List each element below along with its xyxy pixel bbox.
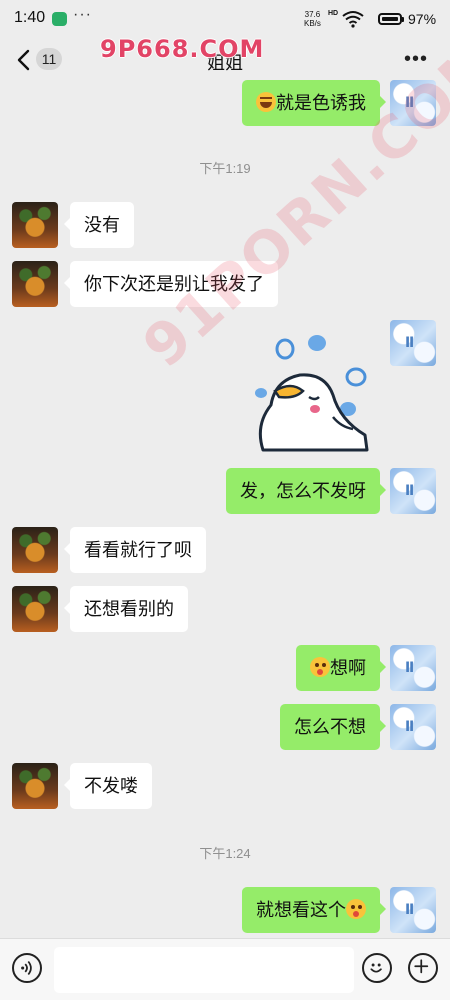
status-bar: 1:40 ··· 37.6 KB/s HD 97%	[0, 0, 450, 40]
net-speed-value: 37.6	[304, 10, 321, 19]
contact-avatar[interactable]	[12, 586, 58, 632]
watermark-top: 9P668.COM	[100, 35, 265, 63]
net-speed-unit: KB/s	[304, 19, 321, 28]
contact-avatar[interactable]	[12, 261, 58, 307]
more-dots-icon: ···	[73, 6, 92, 23]
voice-icon[interactable]	[12, 953, 42, 983]
my-avatar[interactable]: Ⅱ	[390, 645, 436, 691]
message-bubble-out[interactable]: 就是色诱我	[242, 80, 386, 126]
chat-screen: 1:40 ··· 37.6 KB/s HD 97% 11 姐姐 ••• 9P66…	[0, 0, 450, 1000]
plus-icon[interactable]	[408, 953, 438, 983]
my-avatar[interactable]: Ⅱ	[390, 887, 436, 933]
input-bar	[0, 938, 450, 1000]
hd-label: HD	[328, 10, 339, 17]
message-bubble-out[interactable]: 想啊	[296, 645, 386, 691]
crying-duck-sticker[interactable]	[245, 325, 375, 455]
message-text: 就想看这个	[256, 900, 346, 920]
my-avatar[interactable]: Ⅱ	[390, 468, 436, 514]
message-bubble-in[interactable]: 看看就行了呗	[64, 527, 206, 573]
contact-avatar[interactable]	[12, 202, 58, 248]
net-speed: 37.6 KB/s	[304, 10, 321, 28]
emoji-icon[interactable]	[362, 953, 392, 983]
laughing-emoji-icon	[256, 92, 276, 113]
message-input[interactable]	[54, 947, 354, 993]
message-text: 想啊	[330, 658, 366, 678]
message-bubble-in[interactable]: 没有	[64, 202, 134, 248]
status-time: 1:40	[14, 9, 46, 26]
wechat-icon	[52, 12, 67, 26]
battery-icon	[378, 13, 402, 25]
battery-fill	[382, 17, 398, 21]
message-bubble-in[interactable]: 还想看别的	[64, 586, 188, 632]
contact-avatar[interactable]	[12, 763, 58, 809]
timestamp: 下午1:24	[199, 846, 251, 861]
contact-avatar[interactable]	[12, 527, 58, 573]
wifi-icon	[342, 11, 364, 28]
message-bubble-out[interactable]: 就想看这个	[242, 887, 386, 933]
message-bubble-out[interactable]: 怎么不想	[280, 704, 386, 750]
drooling-emoji-icon	[310, 657, 330, 678]
battery-percent: 97%	[408, 11, 437, 27]
message-text: 就是色诱我	[276, 93, 366, 113]
my-avatar[interactable]: Ⅱ	[390, 704, 436, 750]
message-bubble-out[interactable]: 发，怎么不发呀	[226, 468, 386, 514]
battery-tip	[402, 17, 404, 22]
message-bubble-in[interactable]: 不发喽	[64, 763, 152, 809]
drooling-emoji-icon	[346, 899, 366, 920]
my-avatar[interactable]: Ⅱ	[390, 320, 436, 366]
